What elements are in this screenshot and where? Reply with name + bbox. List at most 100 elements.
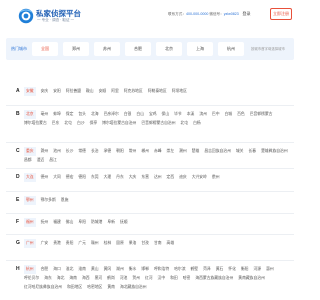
city-link[interactable]: 滁州 <box>41 147 49 156</box>
city-link[interactable]: 黄石 <box>216 265 224 274</box>
city-link[interactable]: 朝阳 <box>116 147 124 156</box>
city-link[interactable]: 桂林 <box>104 239 112 248</box>
hot-city-item[interactable]: 郑州 <box>63 42 89 56</box>
city-link[interactable]: 德宏 <box>66 173 74 182</box>
city-link[interactable]: 承德 <box>104 147 112 156</box>
city-link[interactable]: 惠州 <box>266 265 274 274</box>
city-link[interactable]: 杭州 <box>24 265 36 274</box>
city-link[interactable]: 贵港 <box>53 239 61 248</box>
city-link[interactable]: 达州 <box>154 173 162 182</box>
city-link[interactable]: 长治 <box>91 147 99 156</box>
register-button[interactable]: 立即注册 <box>270 8 292 20</box>
city-link[interactable]: 广安 <box>41 239 49 248</box>
city-link[interactable]: 常州 <box>129 147 137 156</box>
city-link[interactable]: 衡阳 <box>241 265 249 274</box>
city-link[interactable]: 昌吉回族自治州 <box>204 147 231 156</box>
city-link[interactable]: 河源 <box>253 265 261 274</box>
hot-city-item[interactable]: 苏州 <box>94 42 120 56</box>
city-link[interactable]: 甘孜 <box>141 239 149 248</box>
city-link[interactable]: 澄迈 <box>37 156 45 165</box>
city-link[interactable]: 博尔塔拉蒙古 <box>24 119 47 128</box>
city-link[interactable]: 黑河 <box>95 274 103 283</box>
city-link[interactable]: 淮北 <box>66 265 74 274</box>
city-link[interactable]: 城关 <box>236 147 244 156</box>
city-link[interactable]: 郴州 <box>141 147 149 156</box>
city-link[interactable]: 安徽 <box>24 87 36 96</box>
city-link[interactable]: 红河哈尼族彝族自治州 <box>24 283 62 292</box>
city-link[interactable]: 大连 <box>24 173 36 182</box>
hot-city-item[interactable]: 全国 <box>32 42 58 56</box>
city-link[interactable]: 鹤壁 <box>191 265 199 274</box>
city-link[interactable]: 本溪 <box>187 110 195 119</box>
city-link[interactable]: 广州 <box>24 239 36 248</box>
city-link[interactable]: 合肥 <box>41 265 49 274</box>
city-link[interactable]: 固原 <box>116 239 124 248</box>
city-link[interactable]: 海东 <box>44 274 52 283</box>
city-link[interactable]: 北京 <box>24 110 36 119</box>
city-link[interactable]: 呼和浩特 <box>154 265 169 274</box>
city-link[interactable]: 福建 <box>53 218 61 227</box>
city-link[interactable]: 安顺 <box>99 87 107 96</box>
city-link[interactable]: 长春 <box>248 147 256 156</box>
city-link[interactable]: 鄂州 <box>24 196 36 205</box>
city-link[interactable]: 白杨 <box>193 119 201 128</box>
city-link[interactable]: 福州 <box>24 218 36 227</box>
city-link[interactable]: 池州 <box>53 147 61 156</box>
city-link[interactable]: 果洛 <box>129 239 137 248</box>
city-link[interactable]: 鄂尔多斯 <box>41 196 56 205</box>
city-link[interactable]: 百色 <box>237 110 245 119</box>
city-link[interactable]: 包头 <box>78 110 86 119</box>
city-link[interactable]: 鹤岗 <box>107 274 115 283</box>
city-link[interactable]: 阿拉善盟 <box>66 87 81 96</box>
city-link[interactable]: 滨州 <box>199 110 207 119</box>
city-link[interactable]: 抚州 <box>41 218 49 227</box>
city-link[interactable]: 汉中 <box>158 274 166 283</box>
city-link[interactable]: 河池 <box>120 274 128 283</box>
city-link[interactable]: 怀化 <box>228 265 236 274</box>
city-link[interactable]: 长沙 <box>66 147 74 156</box>
city-link[interactable]: 哈尔滨 <box>174 265 185 274</box>
city-link[interactable]: 北海 <box>91 110 99 119</box>
hot-city-item[interactable]: 北京 <box>156 42 182 56</box>
city-link[interactable]: 哈密 <box>183 274 191 283</box>
city-link[interactable]: 贺州 <box>132 274 140 283</box>
city-link[interactable]: 北屯 <box>181 119 189 128</box>
hot-city-item[interactable]: 杭州 <box>218 42 244 56</box>
city-link[interactable]: 博尔塔拉蒙古自治州 <box>102 119 136 128</box>
city-link[interactable]: 海南 <box>69 274 77 283</box>
city-link[interactable]: 东莞 <box>91 173 99 182</box>
city-link[interactable]: 昌江 <box>49 156 57 165</box>
city-link[interactable]: 黄冈 <box>104 265 112 274</box>
city-link[interactable]: 和田地区 <box>67 283 82 292</box>
city-link[interactable]: 重庆 <box>24 147 36 156</box>
city-link[interactable]: 海北 <box>57 274 65 283</box>
city-link[interactable]: 高雄 <box>167 239 175 248</box>
city-link[interactable]: 巴音郭楞蒙古 <box>250 110 273 119</box>
city-link[interactable]: 白山 <box>136 110 144 119</box>
city-link[interactable]: 黄南藏族自治州 <box>238 274 265 283</box>
city-link[interactable]: 海西蒙古族藏族自治州 <box>195 274 233 283</box>
city-link[interactable]: 定西 <box>167 173 175 182</box>
city-link[interactable]: 大兴安岭 <box>192 173 207 182</box>
city-link[interactable]: 崇左 <box>167 147 175 156</box>
city-link[interactable]: 白银 <box>124 110 132 119</box>
city-link[interactable]: 巴中 <box>212 110 220 119</box>
city-link[interactable]: 常德 <box>78 147 86 156</box>
city-link[interactable]: 毕节 <box>174 110 182 119</box>
city-link[interactable]: 东营 <box>141 173 149 182</box>
city-link[interactable]: 大理 <box>104 173 112 182</box>
city-link[interactable]: 北屯 <box>64 119 72 128</box>
city-link[interactable]: 和田 <box>170 274 178 283</box>
city-link[interactable]: 保山 <box>162 110 170 119</box>
city-link[interactable]: 恩施 <box>61 196 69 205</box>
city-link[interactable]: 丹东 <box>116 173 124 182</box>
city-link[interactable]: 迪庆 <box>179 173 187 182</box>
city-link[interactable]: 赣州 <box>91 239 99 248</box>
city-link[interactable]: 巴东 <box>52 119 60 128</box>
city-link[interactable]: 昌都 <box>24 156 32 165</box>
city-link[interactable]: 阿里 <box>111 87 119 96</box>
city-link[interactable]: 阿勒泰地区 <box>148 87 167 96</box>
city-link[interactable]: 德阳 <box>78 173 86 182</box>
city-link[interactable]: 佛山 <box>66 218 74 227</box>
city-link[interactable]: 安庆 <box>41 87 49 96</box>
